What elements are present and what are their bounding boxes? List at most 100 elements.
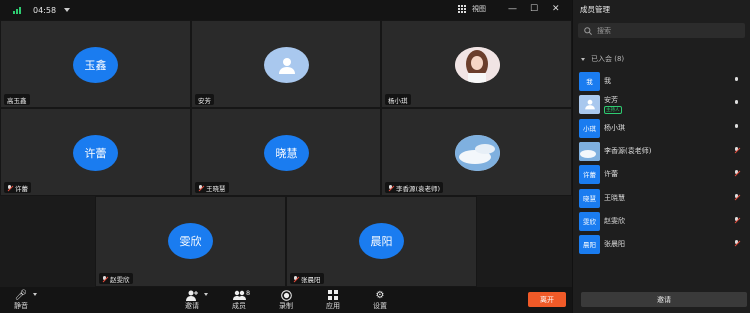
video-tile[interactable]: 李香源(袁老师)	[381, 108, 572, 196]
avatar: 晨阳	[359, 223, 404, 259]
mic-on-icon[interactable]	[734, 77, 739, 83]
joined-section-header[interactable]: 已入会 (8)	[581, 54, 624, 64]
meeting-topbar: 04:58 視图 — ☐ ✕	[0, 0, 572, 20]
meeting-timer: 04:58	[33, 5, 57, 15]
participant-name: 赵雯欣	[110, 275, 130, 284]
person-icon	[584, 99, 595, 110]
member-name: 安芳	[604, 95, 618, 104]
participant-name: 杨小琪	[388, 96, 408, 105]
participant-name: 安芳	[198, 96, 211, 105]
participant-label: 李香源(袁老师)	[385, 182, 444, 193]
invite-label: 邀请	[185, 302, 199, 310]
host-badge: 主持人	[604, 105, 622, 114]
video-tile[interactable]: 晓慧 王晓慧	[191, 108, 381, 196]
member-avatar: 我	[579, 71, 600, 91]
meeting-toolbar: 🎤︎ 静音 邀请 成员 8 录制 应用 ⚙︎ 设置	[0, 287, 572, 313]
video-tile[interactable]: 雯欣 赵雯欣	[95, 196, 286, 287]
signal-icon	[13, 6, 21, 14]
chevron-down-icon	[581, 57, 585, 61]
member-name: 杨小琪	[604, 124, 625, 132]
members-label: 成员	[232, 302, 246, 310]
settings-button[interactable]: ⚙︎ 设置	[365, 289, 395, 311]
member-row[interactable]: 我 我	[579, 71, 749, 91]
apps-label: 应用	[326, 302, 340, 310]
view-button[interactable]: 視图	[458, 4, 486, 14]
invite-button[interactable]: 邀请	[177, 289, 207, 311]
apps-button[interactable]: 应用	[318, 289, 348, 311]
record-label: 录制	[279, 302, 293, 310]
participant-label: 许蕾	[4, 182, 31, 193]
grid-view-icon	[458, 5, 466, 13]
member-avatar: 雯欣	[579, 211, 600, 231]
add-user-icon	[186, 289, 198, 301]
participant-label: 王晓慧	[195, 182, 229, 193]
search-placeholder: 搜索	[597, 26, 611, 35]
mic-off-icon	[7, 184, 12, 191]
participant-label: 安芳	[195, 94, 214, 105]
video-tile[interactable]: 许蕾 许蕾	[0, 108, 191, 196]
participant-label: 杨小琪	[385, 94, 411, 105]
participant-name: 许蕾	[15, 184, 28, 193]
record-button[interactable]: 录制	[271, 289, 301, 311]
avatar-photo	[455, 47, 500, 83]
invite-members-button[interactable]: 邀请	[581, 292, 747, 307]
members-icon	[232, 289, 246, 301]
video-grid: 玉鑫 高玉鑫 安芳 杨小琪 许蕾 许蕾 晓慧 王晓慧 李香源(袁老师) 雯欣 赵…	[0, 20, 572, 287]
video-tile[interactable]: 玉鑫 高玉鑫	[0, 20, 191, 108]
chevron-down-icon[interactable]	[204, 293, 208, 296]
view-label: 視图	[472, 5, 486, 13]
person-icon	[278, 58, 295, 74]
gear-icon: ⚙︎	[375, 289, 385, 301]
member-avatar	[579, 94, 600, 114]
mic-off-icon	[198, 184, 203, 191]
member-row[interactable]: 晓慧 王晓慧	[579, 188, 749, 208]
member-name: 我	[604, 77, 611, 85]
member-avatar: 小琪	[579, 118, 600, 138]
mic-off-icon[interactable]	[734, 217, 739, 223]
participant-label: 赵雯欣	[99, 273, 133, 284]
maximize-button[interactable]: ☐	[530, 3, 538, 15]
avatar	[264, 47, 309, 83]
member-row[interactable]: 安芳 主持人	[579, 94, 749, 114]
record-icon	[280, 289, 292, 301]
member-name: 赵雯欣	[604, 217, 625, 225]
member-avatar	[579, 141, 600, 161]
participant-name: 高玉鑫	[7, 96, 27, 105]
member-name: 王晓慧	[604, 194, 625, 202]
mic-off-icon[interactable]	[734, 170, 739, 176]
avatar: 雯欣	[168, 223, 213, 259]
search-input[interactable]: 搜索	[578, 23, 745, 38]
mic-on-icon[interactable]	[734, 124, 739, 130]
participant-name: 王晓慧	[206, 184, 226, 193]
mic-off-icon[interactable]	[734, 240, 739, 246]
video-tile[interactable]: 安芳	[191, 20, 381, 108]
avatar: 许蕾	[73, 135, 118, 171]
member-row[interactable]: 小琪 杨小琪	[579, 118, 749, 138]
mic-off-icon[interactable]	[734, 147, 739, 153]
participant-label: 高玉鑫	[4, 94, 30, 105]
members-count: 8	[246, 289, 251, 297]
video-tile[interactable]: 晨阳 张晨阳	[286, 196, 477, 287]
leave-button[interactable]: 离开	[528, 292, 566, 307]
chevron-down-icon[interactable]	[64, 8, 71, 12]
close-button[interactable]: ✕	[552, 3, 560, 15]
member-name: 许蕾	[604, 170, 618, 178]
mute-label: 静音	[14, 302, 28, 310]
microphone-icon: 🎤︎	[14, 289, 28, 301]
mic-off-icon	[293, 275, 298, 282]
mute-button[interactable]: 🎤︎ 静音	[6, 289, 36, 311]
apps-icon	[328, 289, 338, 301]
chevron-down-icon[interactable]	[33, 293, 37, 296]
panel-title: 成员管理	[580, 5, 610, 14]
minimize-button[interactable]: —	[508, 3, 517, 15]
member-avatar: 晓慧	[579, 188, 600, 208]
mic-off-icon[interactable]	[734, 194, 739, 200]
mic-on-icon[interactable]	[734, 100, 739, 106]
member-row[interactable]: 雯欣 赵雯欣	[579, 211, 749, 231]
member-row[interactable]: 李香源(袁老师)	[579, 141, 749, 161]
member-row[interactable]: 许蕾 许蕾	[579, 164, 749, 184]
joined-section-label: 已入会 (8)	[591, 55, 625, 63]
member-row[interactable]: 晨阳 张晨阳	[579, 234, 749, 254]
search-icon	[584, 26, 592, 35]
video-tile[interactable]: 杨小琪	[381, 20, 572, 108]
